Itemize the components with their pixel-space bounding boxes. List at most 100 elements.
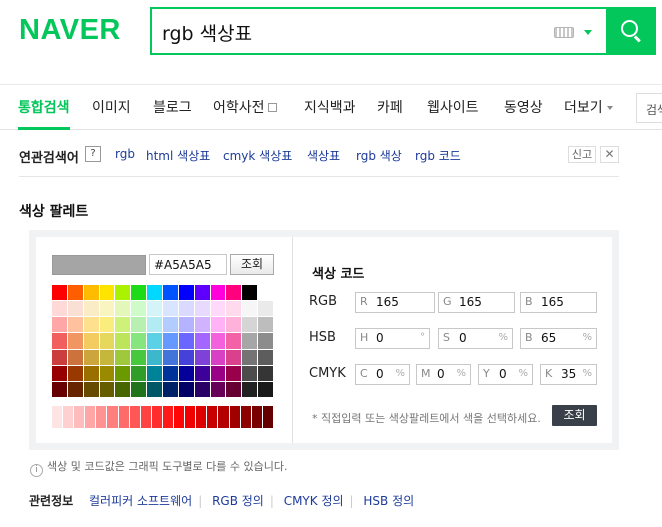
color-swatch[interactable] [194, 285, 210, 301]
color-swatch[interactable] [99, 381, 115, 397]
color-swatch[interactable] [258, 365, 273, 381]
gradient-swatch[interactable] [85, 406, 96, 428]
color-swatch[interactable] [52, 365, 67, 381]
m-field[interactable]: M 0 % [416, 364, 471, 385]
color-swatch[interactable] [194, 349, 210, 365]
color-swatch[interactable] [52, 349, 67, 365]
color-swatch[interactable] [194, 333, 210, 349]
color-swatch[interactable] [83, 381, 99, 397]
color-swatch[interactable] [178, 301, 194, 317]
color-swatch[interactable] [67, 301, 83, 317]
color-swatch[interactable] [52, 317, 67, 333]
color-swatch[interactable] [162, 381, 178, 397]
r-field[interactable]: R 165 [355, 292, 435, 313]
gradient-swatch[interactable] [251, 406, 262, 428]
color-swatch[interactable] [83, 365, 99, 381]
h-field[interactable]: H 0 ° [355, 328, 430, 349]
color-swatch[interactable] [242, 381, 258, 397]
color-swatch[interactable] [99, 301, 115, 317]
gradient-swatch[interactable] [118, 406, 129, 428]
color-swatch[interactable] [83, 317, 99, 333]
gradient-swatch[interactable] [207, 406, 218, 428]
color-swatch[interactable] [162, 365, 178, 381]
color-swatch[interactable] [258, 317, 273, 333]
related-item[interactable]: cmyk 색상표 [223, 147, 292, 164]
color-swatch[interactable] [131, 301, 147, 317]
close-icon[interactable]: ✕ [600, 146, 619, 163]
tab-blog[interactable]: 블로그 [153, 97, 192, 117]
color-swatch[interactable] [194, 301, 210, 317]
color-swatch[interactable] [147, 285, 162, 301]
color-swatch[interactable] [147, 349, 162, 365]
hex-input[interactable] [149, 254, 227, 275]
color-swatch[interactable] [258, 301, 273, 317]
color-swatch[interactable] [226, 301, 242, 317]
color-swatch[interactable] [162, 333, 178, 349]
color-swatch[interactable] [131, 381, 147, 397]
s-field[interactable]: S 0 % [438, 328, 513, 349]
color-swatch[interactable] [147, 333, 162, 349]
color-swatch[interactable] [242, 333, 258, 349]
gradient-swatch[interactable] [107, 406, 118, 428]
gradient-swatch[interactable] [74, 406, 85, 428]
color-swatch[interactable] [210, 381, 226, 397]
color-swatch[interactable] [210, 317, 226, 333]
color-swatch[interactable] [162, 317, 178, 333]
b-field[interactable]: B 165 [520, 292, 597, 313]
color-swatch[interactable] [115, 285, 131, 301]
gradient-swatch[interactable] [240, 406, 251, 428]
color-swatch[interactable] [147, 317, 162, 333]
gradient-swatch[interactable] [96, 406, 107, 428]
related-info-link[interactable]: RGB 정의 [212, 494, 264, 508]
related-item[interactable]: rgb 코드 [415, 147, 461, 164]
color-swatch[interactable] [83, 349, 99, 365]
color-swatch[interactable] [210, 349, 226, 365]
color-swatch[interactable] [178, 349, 194, 365]
k-field[interactable]: K 35 % [540, 364, 597, 385]
color-swatch[interactable] [115, 365, 131, 381]
color-swatch[interactable] [67, 381, 83, 397]
c-field[interactable]: C 0 % [355, 364, 410, 385]
tab-websites[interactable]: 웹사이트 [427, 97, 479, 117]
gradient-swatch[interactable] [229, 406, 240, 428]
color-swatch[interactable] [162, 301, 178, 317]
color-swatch[interactable] [210, 285, 226, 301]
color-swatch[interactable] [226, 365, 242, 381]
color-swatch[interactable] [52, 381, 67, 397]
tab-images[interactable]: 이미지 [92, 97, 131, 117]
gradient-swatch[interactable] [185, 406, 196, 428]
color-swatch[interactable] [258, 381, 273, 397]
tab-cafe[interactable]: 카페 [377, 97, 403, 117]
color-swatch[interactable] [147, 381, 162, 397]
color-swatch[interactable] [242, 301, 258, 317]
tab-integrated[interactable]: 통합검색 [18, 97, 70, 117]
submit-lookup-button[interactable]: 조회 [552, 405, 597, 426]
color-swatch[interactable] [178, 317, 194, 333]
color-swatch[interactable] [52, 301, 67, 317]
color-swatch[interactable] [83, 333, 99, 349]
color-swatch[interactable] [83, 301, 99, 317]
color-swatch[interactable] [178, 381, 194, 397]
color-swatch[interactable] [99, 365, 115, 381]
tab-dictionary[interactable]: 어학사전 [213, 97, 277, 117]
chevron-down-icon[interactable] [584, 30, 592, 35]
related-info-link[interactable]: HSB 정의 [363, 494, 414, 508]
color-swatch[interactable] [147, 301, 162, 317]
color-swatch[interactable] [226, 285, 242, 301]
tab-videos[interactable]: 동영상 [504, 97, 543, 117]
gradient-swatch[interactable] [174, 406, 185, 428]
color-swatch[interactable] [226, 381, 242, 397]
color-swatch[interactable] [99, 349, 115, 365]
gradient-swatch[interactable] [162, 406, 174, 428]
search-option-button[interactable]: 검색 [636, 93, 662, 123]
gradient-swatch[interactable] [196, 406, 207, 428]
y-field[interactable]: Y 0 % [478, 364, 533, 385]
color-swatch[interactable] [115, 349, 131, 365]
color-swatch[interactable] [194, 381, 210, 397]
hsb-b-field[interactable]: B 65 % [520, 328, 597, 349]
keyboard-icon[interactable] [554, 27, 574, 38]
color-swatch[interactable] [178, 365, 194, 381]
color-swatch[interactable] [67, 285, 83, 301]
color-swatch[interactable] [178, 333, 194, 349]
color-swatch[interactable] [131, 333, 147, 349]
